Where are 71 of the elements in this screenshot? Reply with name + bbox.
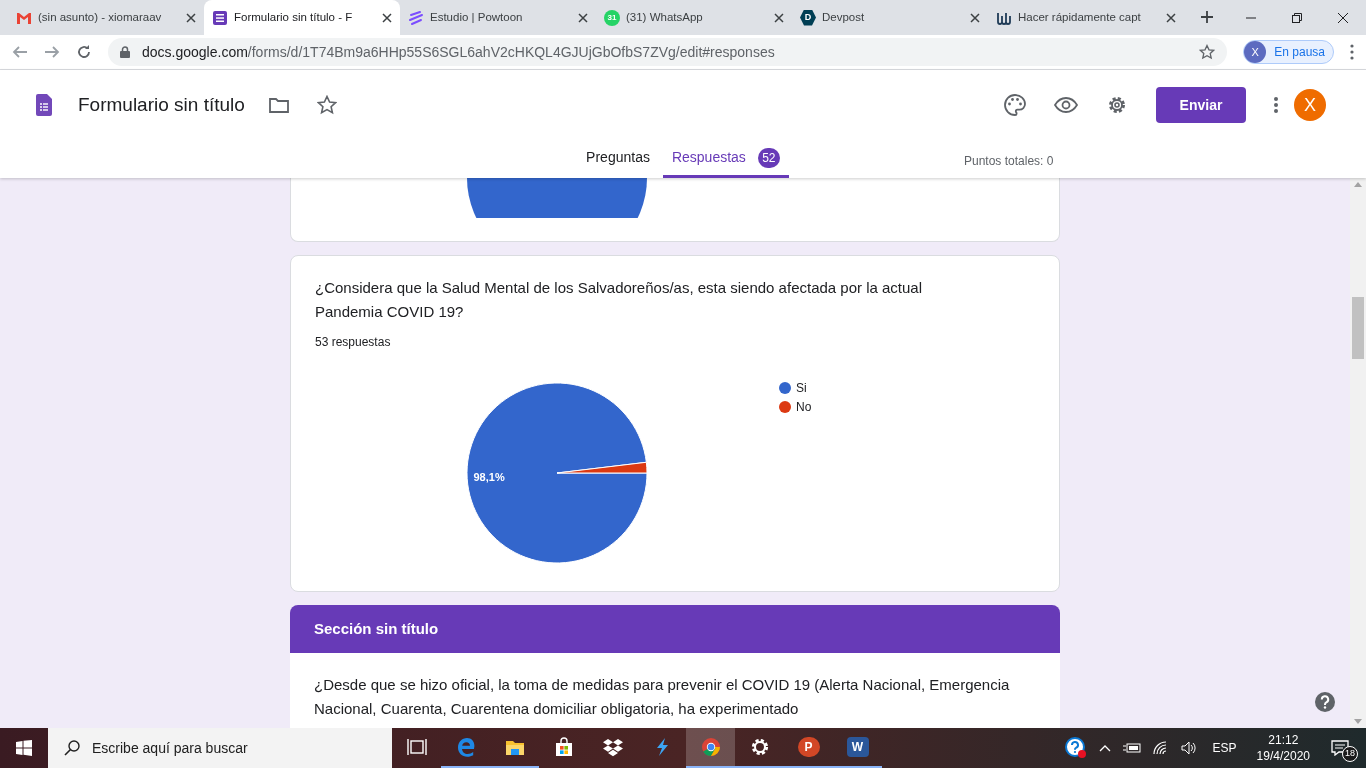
reload-icon[interactable] [76, 44, 92, 60]
total-points: Puntos totales: 0 [964, 153, 1054, 170]
restore-icon[interactable] [1292, 12, 1302, 23]
help-alert-icon[interactable] [1064, 737, 1087, 759]
search-field[interactable]: Escribe aquí para buscar [48, 728, 392, 768]
close-icon[interactable] [186, 12, 196, 23]
slice-label: 98,1% [473, 471, 505, 484]
taskbar-app[interactable]: W [833, 728, 882, 768]
legend-label: No [796, 400, 812, 414]
count-badge: 52 [757, 147, 780, 168]
taskbar-app[interactable]: P [784, 728, 833, 768]
battery-icon[interactable] [1122, 742, 1141, 754]
document-app-icon: W [846, 737, 869, 757]
form-tab[interactable]: Preguntas [577, 140, 659, 178]
badge-icon: 31 [604, 9, 620, 26]
stripes-icon [408, 9, 424, 26]
help-icon[interactable] [1314, 691, 1336, 713]
settings-icon [749, 737, 770, 757]
form-icon [36, 94, 52, 116]
presentation-app-icon: P [797, 737, 820, 757]
new-tab-icon[interactable] [1200, 10, 1214, 24]
browser-tab[interactable]: 31 (31) WhatsApp [596, 0, 792, 35]
close-icon[interactable] [1338, 12, 1348, 23]
close-icon[interactable] [578, 12, 588, 23]
shopping-bag-icon [553, 737, 574, 757]
browser-tab[interactable]: (sin asunto) - xiomaraav [8, 0, 204, 35]
lock-icon [120, 46, 130, 58]
star-icon[interactable] [316, 95, 337, 115]
language-indicator[interactable]: ESP [1212, 739, 1237, 757]
form-title: Formulario sin título [78, 92, 245, 117]
clock[interactable]: 21:12 19/4/2020 [1256, 732, 1310, 764]
wifi-icon[interactable] [1152, 741, 1169, 755]
windows-icon [16, 740, 32, 756]
legend-label: Si [796, 381, 807, 395]
browser-tab[interactable]: D Devpost [792, 0, 988, 35]
speaker-icon[interactable] [1180, 741, 1197, 755]
close-icon[interactable] [970, 12, 980, 23]
box-icon [602, 737, 623, 757]
form-icon [212, 9, 228, 26]
menu-icon[interactable] [1350, 44, 1354, 60]
count-badge: 18 [1342, 746, 1358, 762]
browser-tab[interactable]: Formulario sin título - F [204, 0, 400, 35]
send-button[interactable]: Enviar [1156, 87, 1246, 123]
close-icon[interactable] [1166, 12, 1176, 23]
response-count: 53 respuestas [315, 334, 392, 351]
eye-icon[interactable] [1054, 97, 1078, 113]
close-icon[interactable] [382, 12, 392, 23]
question-text: ¿Desde que se hizo oficial, la toma de medidas para prevenir el COVID 19 (Alerta Nacional, Emergencia Nacional, Cuarenta, Cuarentena domiciliar obligatoria, ha experimentado [314, 675, 1011, 719]
profile-button[interactable]: X En pausa [1243, 40, 1334, 64]
search-icon [64, 740, 80, 756]
close-icon[interactable] [774, 12, 784, 23]
settings-icon[interactable] [1106, 94, 1128, 116]
forward-icon[interactable] [44, 44, 60, 60]
task-view-icon [406, 737, 427, 757]
browser-tab[interactable]: Hacer rápidamente capt [988, 0, 1184, 35]
profile-avatar: X [1244, 41, 1267, 63]
notification-button[interactable]: 18 [1322, 734, 1358, 762]
chevron-up-icon[interactable] [1098, 744, 1111, 752]
browser-circle-icon [700, 737, 721, 757]
hexagon-logo: D [800, 9, 816, 26]
folder-icon[interactable] [268, 97, 289, 113]
browser-e-icon [455, 737, 476, 757]
section-header: Sección sin título [290, 605, 1060, 653]
more-icon[interactable] [1274, 97, 1278, 113]
question-text: ¿Considera que la Salud Mental de los Salvadoreños/as, esta siendo afectada por la actual Pandemia COVID 19? [315, 278, 924, 322]
scrollbar-thumb[interactable] [1352, 297, 1364, 359]
back-icon[interactable] [12, 44, 28, 60]
star-icon[interactable] [1199, 44, 1216, 60]
palette-icon[interactable] [1004, 94, 1026, 116]
browser-tab[interactable]: Estudio | Powtoon [400, 0, 596, 35]
address-field[interactable]: docs.google.com/forms/d/1T74Bm9a6HHp55S6SGL6ahV2cHKQL4GJUjGbOfbS7ZVg/edit#responses [108, 38, 1228, 66]
